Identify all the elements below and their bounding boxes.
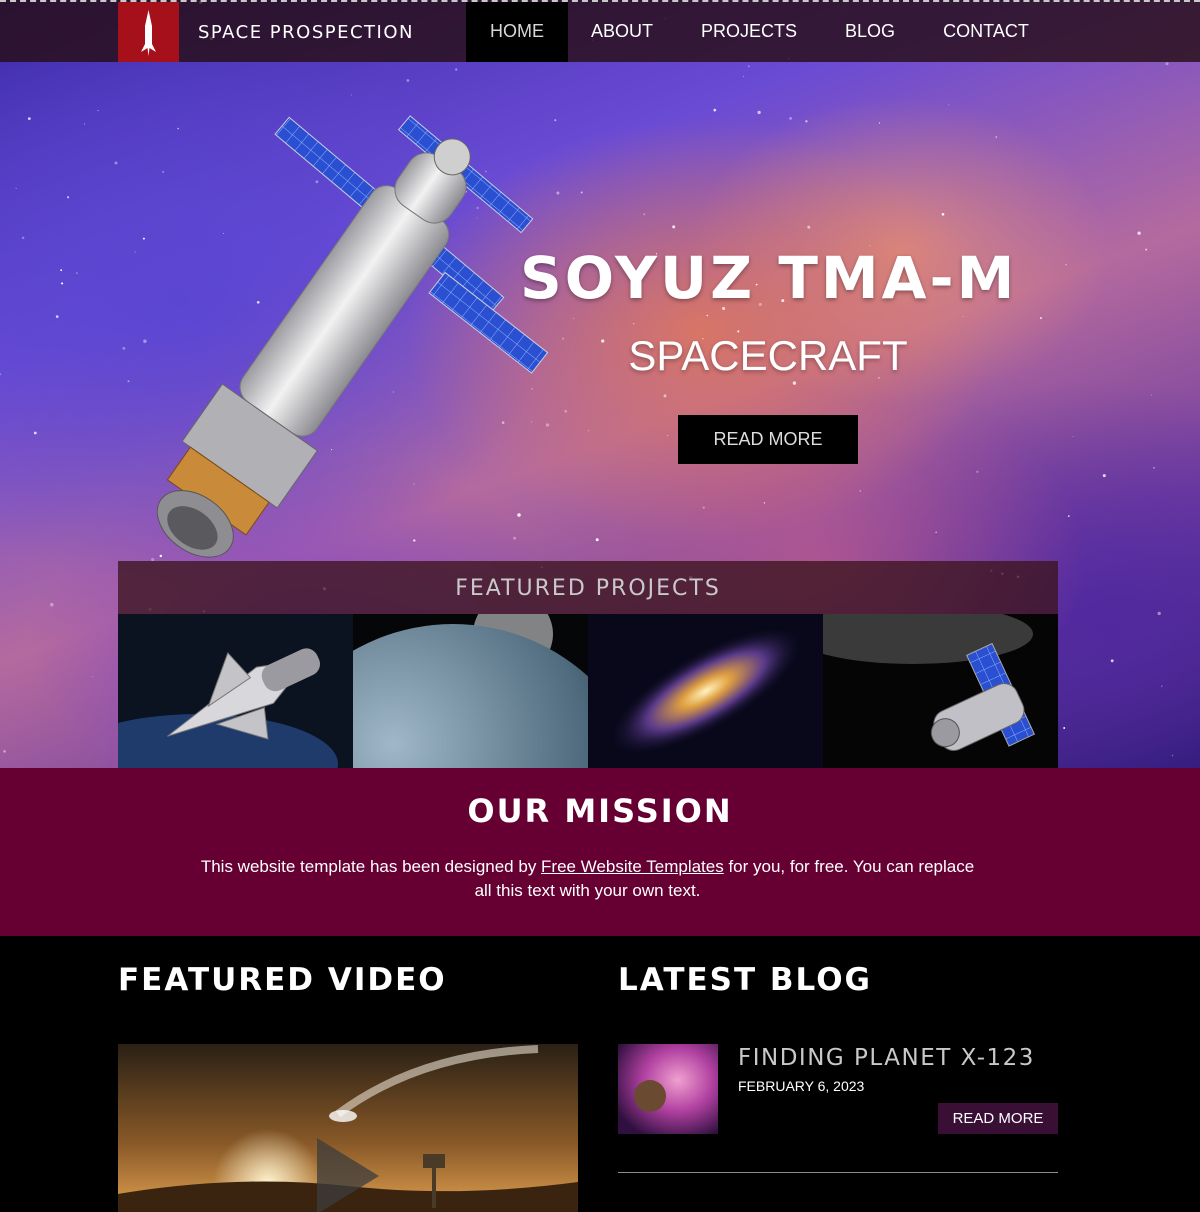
rocket-icon	[141, 10, 156, 56]
nav-projects-label: PROJECTS	[700, 21, 797, 41]
free-website-templates-link[interactable]: Free Website Templates	[541, 857, 724, 876]
featured-projects-title: FEATURED PROJECTS	[455, 576, 721, 601]
blog-read-more-button[interactable]: READ MORE	[938, 1103, 1058, 1134]
project-thumbnail-spiral-galaxy[interactable]	[588, 614, 823, 768]
mission-section: OUR MISSION This website template has be…	[0, 768, 1200, 936]
hero-subtitle: SPACECRAFT	[628, 332, 908, 379]
blog-post-date: FEBRUARY 6, 2023	[738, 1078, 865, 1094]
nav-contact[interactable]: CONTACT	[932, 2, 1040, 62]
hero-title: SOYUZ TMA-M	[520, 244, 1018, 312]
blog-post-thumbnail[interactable]	[618, 1044, 718, 1134]
hero-read-more-button[interactable]: READ MORE	[678, 415, 858, 464]
project-thumbnail-space-station[interactable]	[823, 614, 1058, 768]
nav-home-label: HOME	[490, 21, 544, 41]
nav-contact-label: CONTACT	[943, 21, 1029, 41]
brand-name[interactable]: SPACE PROSPECTION	[198, 22, 414, 43]
play-icon[interactable]	[317, 1138, 381, 1212]
mission-text: This website template has been designed …	[200, 855, 975, 903]
project-thumbnail-planet-earth[interactable]	[353, 614, 588, 768]
space-station-image	[823, 614, 1058, 768]
nav-blog[interactable]: BLOG	[832, 2, 908, 62]
latest-blog-title: LATEST BLOG	[618, 962, 873, 998]
divider	[618, 1172, 1058, 1173]
blog-post-title[interactable]: FINDING PLANET X-123	[738, 1045, 1035, 1071]
mission-text-start: This website template has been designed …	[200, 857, 542, 876]
nav-home[interactable]: HOME	[466, 2, 568, 62]
spiral-galaxy-image	[588, 614, 823, 768]
nav-projects[interactable]: PROJECTS	[690, 2, 808, 62]
project-thumbnail-space-shuttle[interactable]	[118, 614, 353, 768]
featured-video-player[interactable]	[118, 1044, 578, 1212]
top-navigation: SPACE PROSPECTION HOME ABOUT PROJECTS BL…	[0, 0, 1200, 62]
nav-about-label: ABOUT	[590, 21, 653, 41]
nav-blog-label: BLOG	[844, 21, 896, 41]
featured-video-title: FEATURED VIDEO	[118, 962, 447, 998]
space-shuttle-image	[118, 614, 353, 768]
featured-projects-header: FEATURED PROJECTS	[118, 561, 1058, 614]
planet-earth-image	[353, 614, 588, 768]
nav-about[interactable]: ABOUT	[578, 2, 666, 62]
planet-image	[618, 1044, 718, 1134]
mission-title: OUR MISSION	[467, 792, 733, 830]
logo[interactable]	[118, 2, 179, 62]
